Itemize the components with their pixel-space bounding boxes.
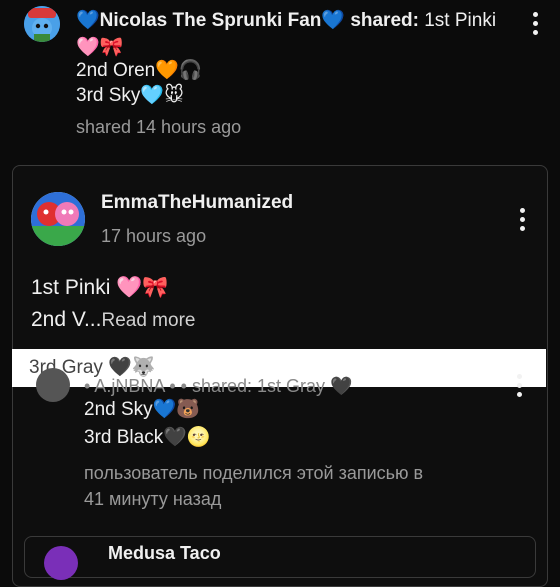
share-text-line1: 1st Pinki (424, 10, 497, 31)
next-card-author[interactable]: Medusa Taco (108, 543, 221, 564)
kebab-dot (519, 226, 525, 231)
kebab-dot (532, 12, 538, 17)
bottom-author-avatar[interactable] (36, 368, 70, 402)
author-avatar[interactable] (24, 6, 60, 42)
bottom-timestamp-line2: 41 минуту назад (84, 489, 222, 509)
share-timestamp: shared 14 hours ago (76, 117, 242, 137)
card-body-line2: 2nd V...Read more (31, 308, 195, 332)
kebab-dot (532, 30, 538, 35)
card-body-text: 2nd V... (31, 308, 102, 331)
kebab-dot (519, 208, 525, 213)
author-name[interactable]: 💙Nicolas The Sprunki Fan💙 (76, 10, 345, 31)
kebab-dot (519, 217, 525, 222)
bottom-more-options-button[interactable] (515, 374, 523, 397)
avatar-image (31, 192, 85, 246)
bottom-obscured-header: • A.jNBNA • • shared: 1st Gray 🖤 (84, 376, 353, 396)
kebab-dot (516, 374, 522, 379)
bottom-timestamp-line1: пользователь поделился этой записью в (84, 463, 424, 483)
card-body-line1: 1st Pinki 🩷🎀 (31, 276, 169, 299)
share-text-line4: 3rd Sky🩵🐭 (76, 85, 184, 106)
kebab-dot (516, 392, 522, 397)
card-more-options-button[interactable] (518, 208, 526, 231)
share-header: 💙Nicolas The Sprunki Fan💙 shared: 1st Pi… (76, 8, 496, 34)
card-author-name[interactable]: EmmaTheHumanized (101, 192, 293, 214)
kebab-dot (516, 383, 522, 388)
next-card[interactable] (24, 536, 536, 578)
bottom-text-line2: 3rd Black🖤🌝 (84, 427, 211, 448)
share-text-line3: 2nd Oren🧡🎧 (76, 60, 203, 81)
avatar-image (24, 6, 60, 42)
next-card-avatar[interactable] (44, 546, 78, 580)
bottom-text-line1: 2nd Sky💙🐻 (84, 399, 200, 420)
more-options-button[interactable] (531, 12, 539, 35)
kebab-dot (532, 21, 538, 26)
share-text-line2: 🩷🎀 (76, 36, 124, 58)
card-author-avatar[interactable] (31, 192, 85, 246)
card-timestamp: 17 hours ago (101, 226, 207, 246)
read-more-link[interactable]: Read more (101, 310, 195, 331)
share-action: shared: (350, 10, 419, 31)
